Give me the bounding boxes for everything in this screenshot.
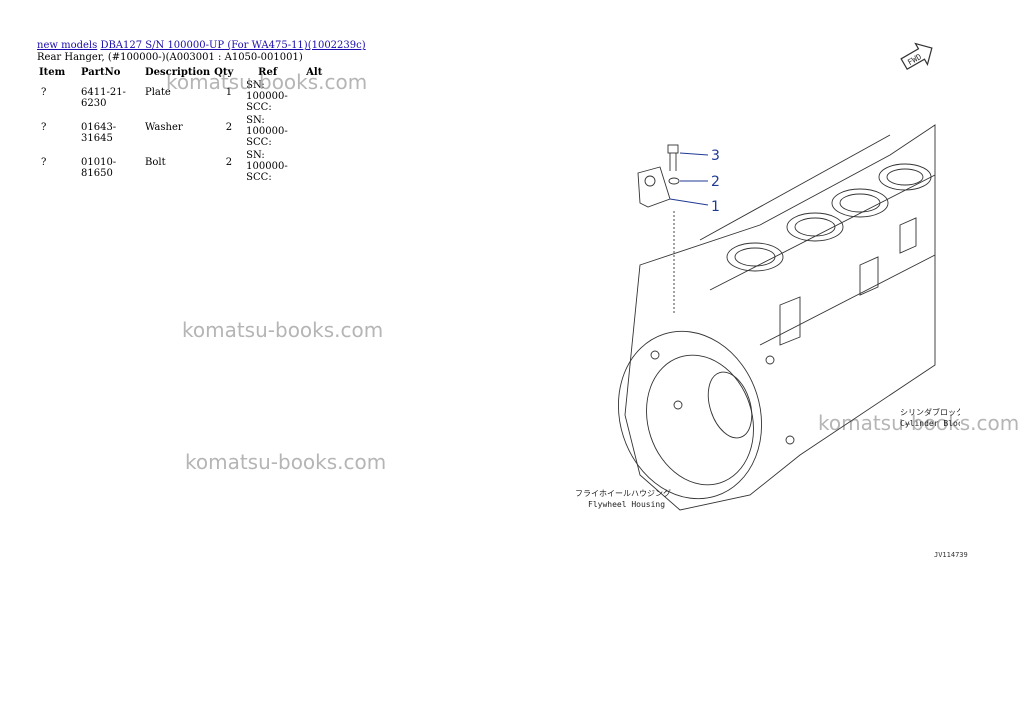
table-row: ? 6411-21-6230 Plate 1 SN: 100000- SCC: xyxy=(37,79,328,114)
cell-alt xyxy=(304,149,328,184)
cell-item: ? xyxy=(41,122,47,133)
cell-qty: 2 xyxy=(225,157,233,168)
block-side-line xyxy=(759,254,936,346)
ref-scc: SCC: xyxy=(246,137,272,148)
table-header-row: Item PartNo Description Qty Ref Alt xyxy=(37,66,328,79)
mounting-hole xyxy=(650,350,660,360)
callout-number-2: 2 xyxy=(711,174,720,190)
ref-scc: SCC: xyxy=(246,102,272,113)
cylinder-bore-inner xyxy=(794,217,836,237)
bolt-head xyxy=(667,144,679,154)
cylinder-bore-inner xyxy=(734,247,776,267)
mounting-hole xyxy=(765,355,775,365)
cylinder-block-jp-label: シリンダブロック xyxy=(900,407,960,417)
bolt-shank xyxy=(669,153,677,171)
cell-alt xyxy=(304,79,328,114)
cell-item: ? xyxy=(41,87,47,98)
cylinder-bore-inner xyxy=(839,193,881,213)
cell-description: Bolt xyxy=(145,157,166,168)
cell-part-no: 01010-81650 xyxy=(81,157,117,179)
mounting-hole xyxy=(785,435,795,445)
callout-number-3: 3 xyxy=(711,148,720,164)
cell-qty: 2 xyxy=(225,122,233,133)
side-boss xyxy=(899,217,917,254)
parts-table: Item PartNo Description Qty Ref Alt ? 64… xyxy=(37,66,328,184)
cell-ref: SN: 100000- SCC: xyxy=(244,114,304,149)
forward-arrow-icon: FWD xyxy=(900,42,933,71)
column-header-description: Description xyxy=(145,67,211,78)
column-header-ref: Ref xyxy=(258,67,278,78)
ref-serial: SN: 100000- xyxy=(246,150,288,172)
callout-leader-1 xyxy=(669,198,709,206)
watermark: komatsu-books.com xyxy=(182,318,384,342)
cell-alt xyxy=(304,114,328,149)
ref-serial: SN: 100000- xyxy=(246,115,288,137)
ref-scc: SCC: xyxy=(246,172,272,183)
mounting-hole xyxy=(673,400,683,410)
breadcrumb-model-link[interactable]: DBA127 S/N 100000-UP (For WA475-11)(1002… xyxy=(100,40,365,51)
callout-number-1: 1 xyxy=(711,199,720,215)
cell-ref: SN: 100000- SCC: xyxy=(244,149,304,184)
column-header-alt: Alt xyxy=(306,67,323,78)
side-boss xyxy=(779,296,801,346)
cell-item: ? xyxy=(41,157,47,168)
column-header-item: Item xyxy=(39,67,66,78)
cylinder-block-en-label: Cylinder Block xyxy=(900,419,960,428)
watermark: komatsu-books.com xyxy=(185,450,387,474)
flywheel-housing-inner xyxy=(646,354,754,486)
cell-part-no: 6411-21-6230 xyxy=(81,87,126,109)
cell-ref: SN: 100000- SCC: xyxy=(244,79,304,114)
rear-hanger-plate xyxy=(637,166,671,208)
flywheel-housing-en-label: Flywheel Housing xyxy=(588,500,665,509)
cell-description: Washer xyxy=(145,122,183,133)
cell-description: Plate xyxy=(145,87,171,98)
washer-shape xyxy=(668,177,680,185)
cell-qty: 1 xyxy=(225,87,233,98)
flywheel-housing-jp-label: フライホイールハウジング xyxy=(575,488,671,498)
page-subtitle: Rear Hanger, (#100000-)(A003001 : A1050-… xyxy=(37,52,303,63)
cylinder-bore-inner xyxy=(886,168,924,186)
deck-edge-line xyxy=(699,134,891,241)
breadcrumb: new models DBA127 S/N 100000-UP (For WA4… xyxy=(37,40,366,52)
drawing-number: JV114739 xyxy=(934,551,968,559)
column-header-qty: Qty xyxy=(214,67,234,78)
breadcrumb-home-link[interactable]: new models xyxy=(37,40,97,51)
cell-part-no: 01643-31645 xyxy=(81,122,117,144)
exploded-parts-diagram: 3 2 1 シリンダブロック Cylinder Block フライホイールハウジ… xyxy=(575,124,960,511)
callout-leader-3 xyxy=(679,152,709,156)
hanger-hole xyxy=(644,175,656,187)
table-row: ? 01010-81650 Bolt 2 SN: 100000- SCC: xyxy=(37,149,328,184)
table-row: ? 01643-31645 Washer 2 SN: 100000- SCC: xyxy=(37,114,328,149)
column-header-partno: PartNo xyxy=(81,67,121,78)
ref-serial: SN: 100000- xyxy=(246,80,288,102)
